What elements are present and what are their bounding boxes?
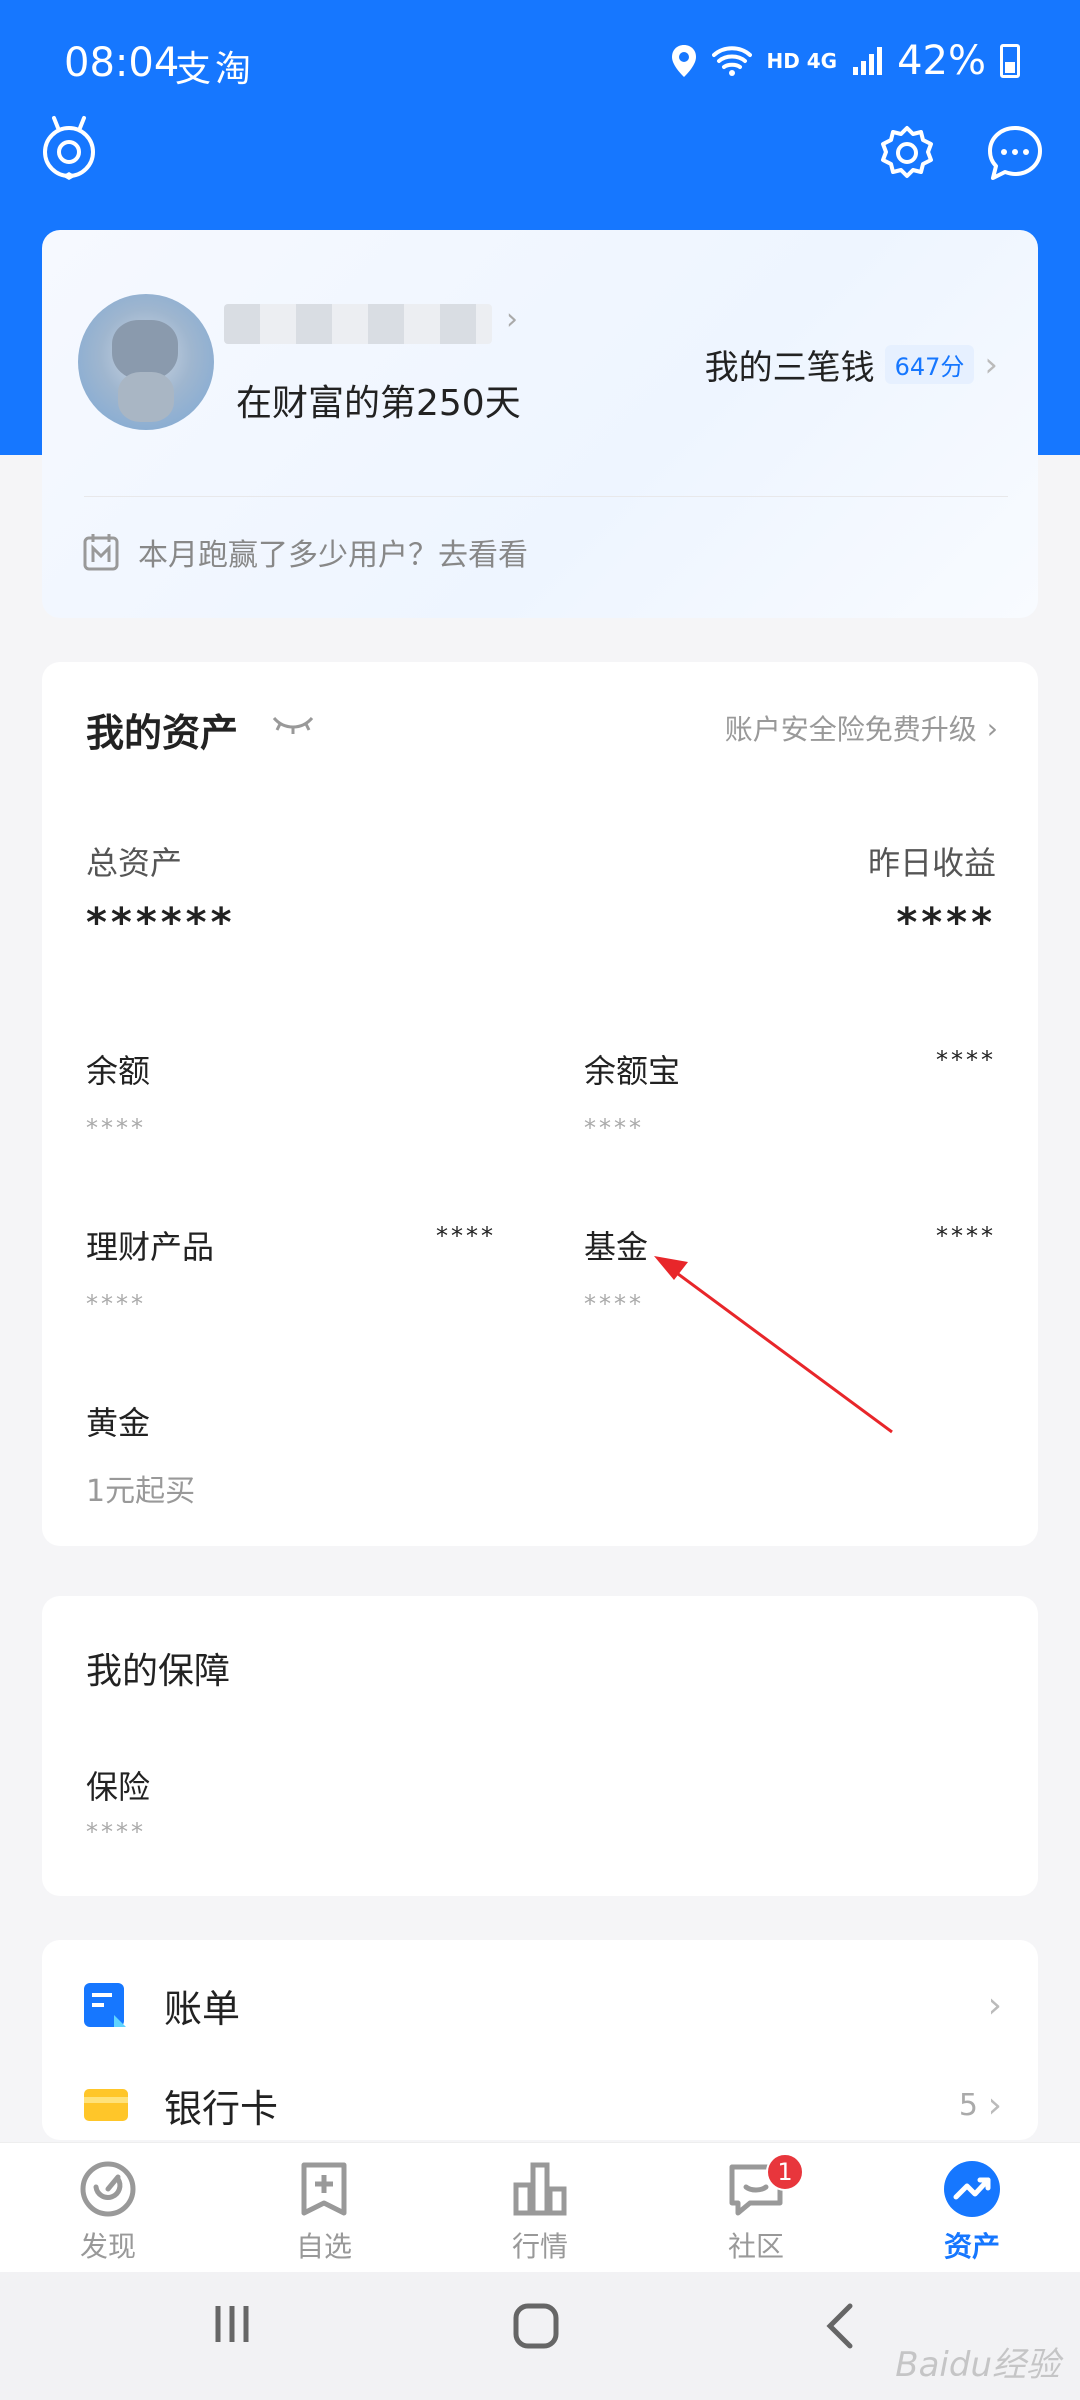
wifi-icon [712, 46, 753, 76]
divider [84, 496, 1008, 497]
monthly-ranking-link[interactable]: 本月跑赢了多少用户？去看看 [82, 530, 528, 574]
status-right: HD 4G 42% [670, 38, 1020, 84]
yesterday-earnings-label: 昨日收益 [867, 844, 996, 882]
signal-icon [853, 47, 883, 75]
status-time: 08:04 [64, 40, 180, 86]
bill-icon [84, 1983, 126, 2027]
recent-apps-icon[interactable] [210, 2302, 254, 2350]
tab-community[interactable]: 1 社区 [648, 2143, 864, 2272]
protection-title: 我的保障 [86, 1651, 231, 1692]
tab-label: 资产 [943, 2230, 1000, 2263]
chevron-right-icon: › [506, 302, 518, 337]
bank-card-icon [84, 2089, 128, 2121]
asset-value: **** [584, 1114, 644, 1142]
yesterday-earnings-value[interactable]: **** [896, 900, 996, 946]
list-item-bank-card[interactable]: 银行卡 5 › [42, 2040, 1038, 2140]
avatar-cat-head [112, 320, 178, 380]
three-money-label: 我的三笔钱 [704, 348, 875, 388]
asset-value: **** [584, 1290, 644, 1318]
asset-item-fund[interactable]: 基金 **** [584, 1222, 648, 1318]
battery-icon [1000, 44, 1020, 78]
monthly-ranking-text: 本月跑赢了多少用户？去看看 [138, 538, 528, 573]
tab-assets[interactable]: 资产 [864, 2143, 1080, 2272]
market-bar-chart-icon [513, 2162, 567, 2216]
tab-label: 发现 [79, 2230, 136, 2263]
location-icon [672, 45, 697, 77]
battery-percent: 42% [897, 38, 986, 84]
my-protection-card: 我的保障 保险 **** [42, 1596, 1038, 1896]
chevron-right-icon: › [986, 711, 998, 745]
tab-discover[interactable]: 发现 [0, 2143, 216, 2272]
settings-gear-icon[interactable] [874, 120, 940, 186]
asset-hidden-amount: **** [936, 1222, 996, 1250]
discover-icon [80, 2161, 136, 2217]
asset-name: 余额宝 [584, 1052, 681, 1090]
calendar-icon [83, 534, 119, 571]
chevron-right-icon: › [984, 344, 998, 385]
status-bar: 08:04 支淘 HD 4G 42% [0, 0, 1080, 120]
insurance-item-name[interactable]: 保险 [86, 1762, 150, 1808]
asset-name: 基金 [584, 1228, 649, 1266]
asset-hidden-amount: **** [436, 1222, 496, 1250]
asset-item-wealth-products[interactable]: 理财产品 **** [86, 1222, 214, 1318]
tab-label: 社区 [727, 2230, 784, 2263]
assets-trend-icon [944, 2161, 1000, 2217]
bank-card-count: 5 [958, 2087, 978, 2123]
home-icon[interactable] [512, 2302, 560, 2354]
my-assets-card: 我的资产 账户安全险免费升级 › 总资产 昨日收益 ****** **** 余额… [42, 662, 1038, 1546]
three-money-link[interactable]: 我的三笔钱 647分 › [705, 340, 998, 389]
watchlist-add-icon [301, 2162, 347, 2216]
profile-card[interactable]: › 在财富的第250天 我的三笔钱 647分 › 本月跑赢了多少用户？去看看 [42, 230, 1038, 618]
asset-name: 黄金 [86, 1404, 151, 1442]
tab-watchlist[interactable]: 自选 [216, 2143, 432, 2272]
asset-item-yuebao[interactable]: 余额宝 **** [584, 1046, 680, 1142]
list-item-label: 账单 [164, 1986, 241, 2031]
asset-name: 余额 [86, 1052, 151, 1090]
tab-label: 自选 [295, 2230, 352, 2263]
asset-value: 1元起买 [86, 1474, 196, 1509]
notification-badge: 1 [766, 2153, 804, 2191]
robot-avatar-icon[interactable] [36, 116, 102, 182]
asset-hidden-amount: **** [936, 1046, 996, 1074]
avatar-cat-body [118, 372, 174, 422]
account-insurance-link[interactable]: 账户安全险免费升级 › [725, 708, 998, 748]
status-app-icons: 支淘 [175, 49, 256, 90]
tab-label: 行情 [511, 2230, 568, 2263]
chevron-right-icon: › [987, 1984, 1002, 2026]
list-item-label: 银行卡 [164, 2086, 279, 2131]
system-nav-bar: Baidu经验 [0, 2272, 1080, 2400]
tab-market[interactable]: 行情 [432, 2143, 648, 2272]
network-type: HD 4G [766, 49, 838, 73]
bottom-tab-bar: 发现 自选 行情 1 社区 资产 [0, 2142, 1080, 2272]
hide-amount-eye-icon[interactable] [272, 714, 314, 740]
user-avatar[interactable] [78, 294, 214, 430]
asset-value: **** [86, 1114, 146, 1142]
service-list-card: 账单 › 银行卡 5 › [42, 1940, 1038, 2140]
asset-value: **** [86, 1290, 146, 1318]
insurance-item-value: **** [86, 1818, 146, 1846]
back-icon[interactable] [820, 2302, 860, 2354]
baidu-watermark: Baidu经验 [895, 2345, 1060, 2385]
wealth-days-text: 在财富的第250天 [236, 383, 521, 424]
username-blurred[interactable] [224, 304, 492, 344]
asset-name: 理财产品 [86, 1228, 215, 1266]
top-toolbar [0, 110, 1080, 200]
score-badge: 647分 [884, 345, 975, 384]
chevron-right-icon: › [987, 2084, 1002, 2126]
asset-item-gold[interactable]: 黄金 1元起买 [86, 1398, 195, 1510]
total-assets-value[interactable]: ****** [86, 900, 236, 946]
insurance-link-text: 账户安全险免费升级 [724, 713, 977, 746]
asset-item-balance[interactable]: 余额 **** [86, 1046, 150, 1142]
message-bubble-icon[interactable] [982, 120, 1048, 186]
total-assets-label: 总资产 [86, 844, 183, 882]
assets-title: 我的资产 [86, 711, 239, 755]
